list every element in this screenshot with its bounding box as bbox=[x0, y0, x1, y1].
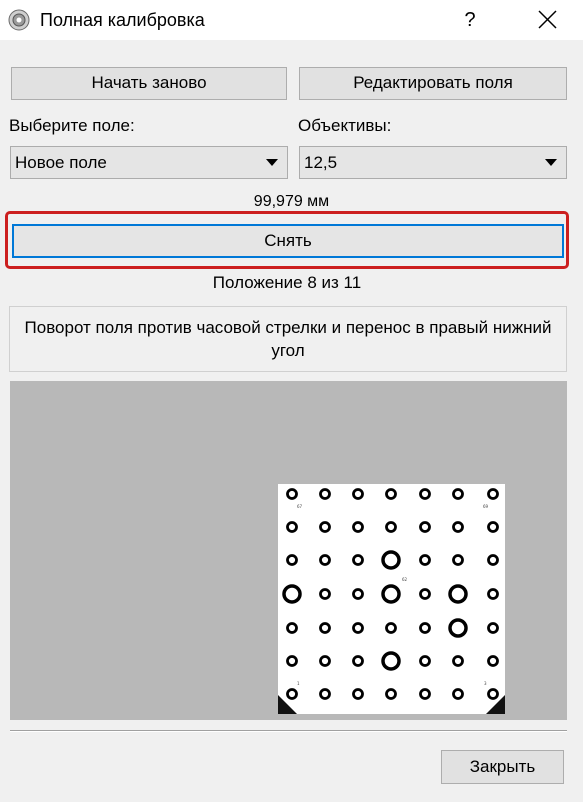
lens-select-value: 12,5 bbox=[304, 153, 338, 172]
instruction-text: Поворот поля против часовой стрелки и пе… bbox=[24, 318, 552, 360]
lens-select[interactable]: 12,5 bbox=[299, 146, 567, 179]
svg-text:62: 62 bbox=[402, 577, 408, 582]
help-button[interactable]: ? bbox=[455, 0, 485, 40]
target-card bbox=[278, 484, 505, 714]
field-select-value: Новое поле bbox=[15, 153, 107, 172]
window-title: Полная калибровка bbox=[40, 10, 205, 30]
field-select[interactable]: Новое поле bbox=[10, 146, 288, 179]
camera-preview: 67 69 62 1 3 bbox=[10, 381, 567, 720]
close-button[interactable]: Закрыть bbox=[441, 750, 564, 784]
position-status: Положение 8 из 11 bbox=[212, 273, 362, 292]
app-gear-icon bbox=[8, 9, 30, 31]
calibration-target-image: 67 69 62 1 3 bbox=[278, 484, 505, 714]
measurement-readout: 99,979 мм bbox=[253, 193, 330, 210]
svg-text:69: 69 bbox=[483, 504, 489, 509]
svg-text:67: 67 bbox=[297, 504, 303, 509]
calibration-window: Полная калибровка ? Начать заново Редакт… bbox=[0, 0, 583, 802]
dropdown-arrow-icon bbox=[545, 159, 557, 166]
dropdown-arrow-icon bbox=[266, 159, 278, 166]
restart-button[interactable]: Начать заново bbox=[11, 67, 287, 100]
edit-fields-button[interactable]: Редактировать поля bbox=[299, 67, 567, 100]
field-select-label: Выберите поле: bbox=[9, 116, 135, 135]
lens-select-label: Объективы: bbox=[298, 116, 392, 135]
instruction-panel: Поворот поля против часовой стрелки и пе… bbox=[9, 306, 567, 372]
close-icon[interactable] bbox=[528, 0, 568, 40]
capture-button[interactable]: Снять bbox=[12, 224, 564, 258]
title-bar: Полная калибровка ? bbox=[0, 0, 583, 40]
